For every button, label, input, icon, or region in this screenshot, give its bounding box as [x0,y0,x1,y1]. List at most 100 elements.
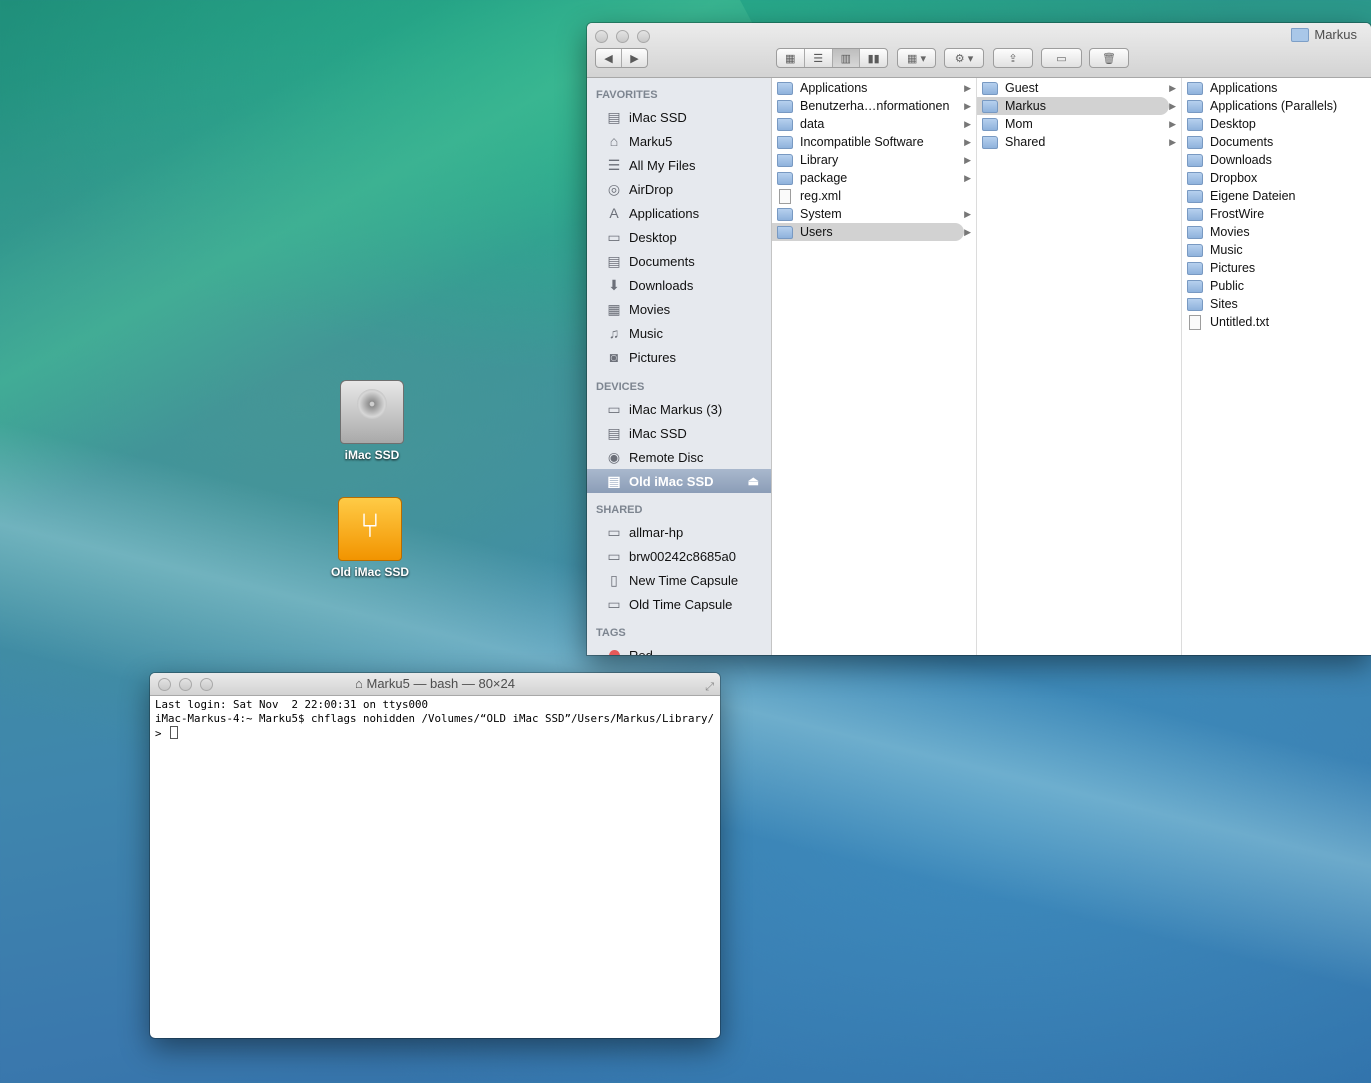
action-button[interactable]: ⚙ ▾ [944,48,984,68]
sidebar-item-movies[interactable]: ▦ Movies [587,297,771,321]
list-item[interactable]: Benutzerha…nformationen ▶ [772,97,976,115]
list-item[interactable]: Mom ▶ [977,115,1181,133]
folder-icon [777,171,793,185]
window-title: Markus [1291,27,1357,42]
column-view-button[interactable]: ▥ [832,49,861,67]
sidebar-item-new-time-capsule[interactable]: ▯ New Time Capsule [587,568,771,592]
sidebar-item-music[interactable]: ♫ Music [587,321,771,345]
folder-icon [1187,243,1203,257]
list-item[interactable]: Shared ▶ [977,133,1181,151]
minimize-button[interactable] [179,678,192,691]
forward-button[interactable]: ▶ [622,49,647,67]
folder-icon [1291,27,1310,42]
list-item[interactable]: Users ▶ [772,223,971,241]
list-item[interactable]: Eigene Dateien [1182,187,1371,205]
sidebar-item-brw00242c8685a0[interactable]: ▭ brw00242c8685a0 [587,544,771,568]
finder-body: FAVORITES ▤ iMac SSD ⌂ Marku5 ☰ All My Files ◎… [587,78,1371,655]
list-item[interactable]: Applications ▶ [772,79,976,97]
list-item[interactable]: Downloads [1182,151,1371,169]
list-item[interactable]: Library ▶ [772,151,976,169]
disc-icon: ◉ [607,448,621,465]
sidebar-item-remote-disc[interactable]: ◉ Remote Disc [587,445,771,469]
sidebar-item-desktop[interactable]: ▭ Desktop [587,225,771,249]
desktop-icon-imac-ssd[interactable]: iMac SSD [322,380,422,462]
coverflow-view-button[interactable]: ▮▮ [860,49,887,67]
sidebar-item-old-time-capsule[interactable]: ▭ Old Time Capsule [587,592,771,616]
column-1: Applications ▶ Benutzerha…nformationen ▶ dat… [772,78,977,655]
sidebar-item-old-imac-ssd[interactable]: ▤ Old iMac SSD ⏏ [587,469,771,493]
minimize-button[interactable] [616,30,629,43]
list-item[interactable]: Applications [1182,79,1371,97]
icon-view-button[interactable]: ▦ [777,49,805,67]
eject-icon[interactable]: ⏏ [748,474,759,488]
folder-icon [1187,153,1203,167]
list-item[interactable]: reg.xml [772,187,976,205]
sidebar-item-marku5[interactable]: ⌂ Marku5 [587,129,771,153]
share-button[interactable]: ⇪ [993,48,1033,68]
trash-button[interactable]: 🗑 [1089,48,1129,68]
folder-icon [777,153,793,167]
sidebar-item-imac-ssd[interactable]: ▤ iMac SSD [587,105,771,129]
sidebar-item-red[interactable]: Red [587,643,771,655]
list-item[interactable]: Pictures [1182,259,1371,277]
folder-icon [1187,99,1203,113]
zoom-button[interactable] [200,678,213,691]
list-item[interactable]: Sites [1182,295,1371,313]
sidebar-item-label: Applications [629,205,700,221]
time-capsule-icon: ▯ [610,571,618,588]
sidebar-item-downloads[interactable]: ⬇ Downloads [587,273,771,297]
terminal-output[interactable]: Last login: Sat Nov 2 22:00:31 on ttys00… [150,696,720,743]
list-item[interactable]: Applications (Parallels) [1182,97,1371,115]
list-item[interactable]: Public [1182,277,1371,295]
sidebar-item-label: Remote Disc [629,449,704,465]
tag-button[interactable]: ▭ [1041,48,1082,68]
fullscreen-icon[interactable]: ⤢ [705,676,714,698]
arrange-button[interactable]: ▦ ▾ [897,48,936,68]
item-label: Shared [1005,135,1046,149]
zoom-button[interactable] [637,30,650,43]
item-label: Benutzerha…nformationen [800,99,950,113]
sidebar-item-airdrop[interactable]: ◎ AirDrop [587,177,771,201]
sidebar-item-allmar-hp[interactable]: ▭ allmar-hp [587,520,771,544]
list-item[interactable]: package ▶ [772,169,976,187]
disclosure-arrow-icon: ▶ [964,82,971,93]
desktop-icon-old-imac-ssd[interactable]: ⑂ Old iMac SSD [320,497,420,579]
item-label: Applications [1210,81,1278,95]
list-item[interactable]: Markus ▶ [977,97,1176,115]
desktop-icon: ▭ [607,228,621,245]
external-disk-icon: ▤ [607,472,621,489]
sidebar-item-all-my-files[interactable]: ☰ All My Files [587,153,771,177]
column-3: Applications Applications (Parallels) Desk… [1182,78,1371,655]
sidebar-item-applications[interactable]: A Applications [587,201,771,225]
list-view-button[interactable]: ☰ [805,49,833,67]
terminal-prompt-line[interactable]: > [155,726,715,741]
item-label: Applications [800,81,868,95]
back-button[interactable]: ◀ [596,49,622,67]
list-item[interactable]: data ▶ [772,115,976,133]
sidebar-item-imac-ssd[interactable]: ▤ iMac SSD [587,421,771,445]
list-item[interactable]: Desktop [1182,115,1371,133]
list-item[interactable]: FrostWire [1182,205,1371,223]
window-controls [158,678,213,691]
sidebar-item-imac-markus-3[interactable]: ▭ iMac Markus (3) [587,397,771,421]
column-2: Guest ▶ Markus ▶ Mom ▶ Shared ▶ [977,78,1182,655]
network-computer-icon: ▭ [607,547,621,564]
sidebar-item-label: AirDrop [629,181,674,197]
list-item[interactable]: Untitled.txt [1182,313,1371,331]
sidebar-item-pictures[interactable]: ◙ Pictures [587,345,771,369]
list-item[interactable]: System ▶ [772,205,976,223]
airdrop-icon: ◎ [607,180,621,197]
list-item[interactable]: Movies [1182,223,1371,241]
disclosure-arrow-icon: ▶ [1169,118,1176,129]
item-label: Documents [1210,135,1274,149]
list-item[interactable]: Documents [1182,133,1371,151]
close-button[interactable] [595,30,608,43]
close-button[interactable] [158,678,171,691]
list-item[interactable]: Guest ▶ [977,79,1181,97]
item-label: Pictures [1210,261,1256,275]
list-item[interactable]: Dropbox [1182,169,1371,187]
sidebar-item-documents[interactable]: ▤ Documents [587,249,771,273]
list-item[interactable]: Incompatible Software ▶ [772,133,976,151]
disclosure-arrow-icon: ▶ [964,226,971,237]
list-item[interactable]: Music [1182,241,1371,259]
